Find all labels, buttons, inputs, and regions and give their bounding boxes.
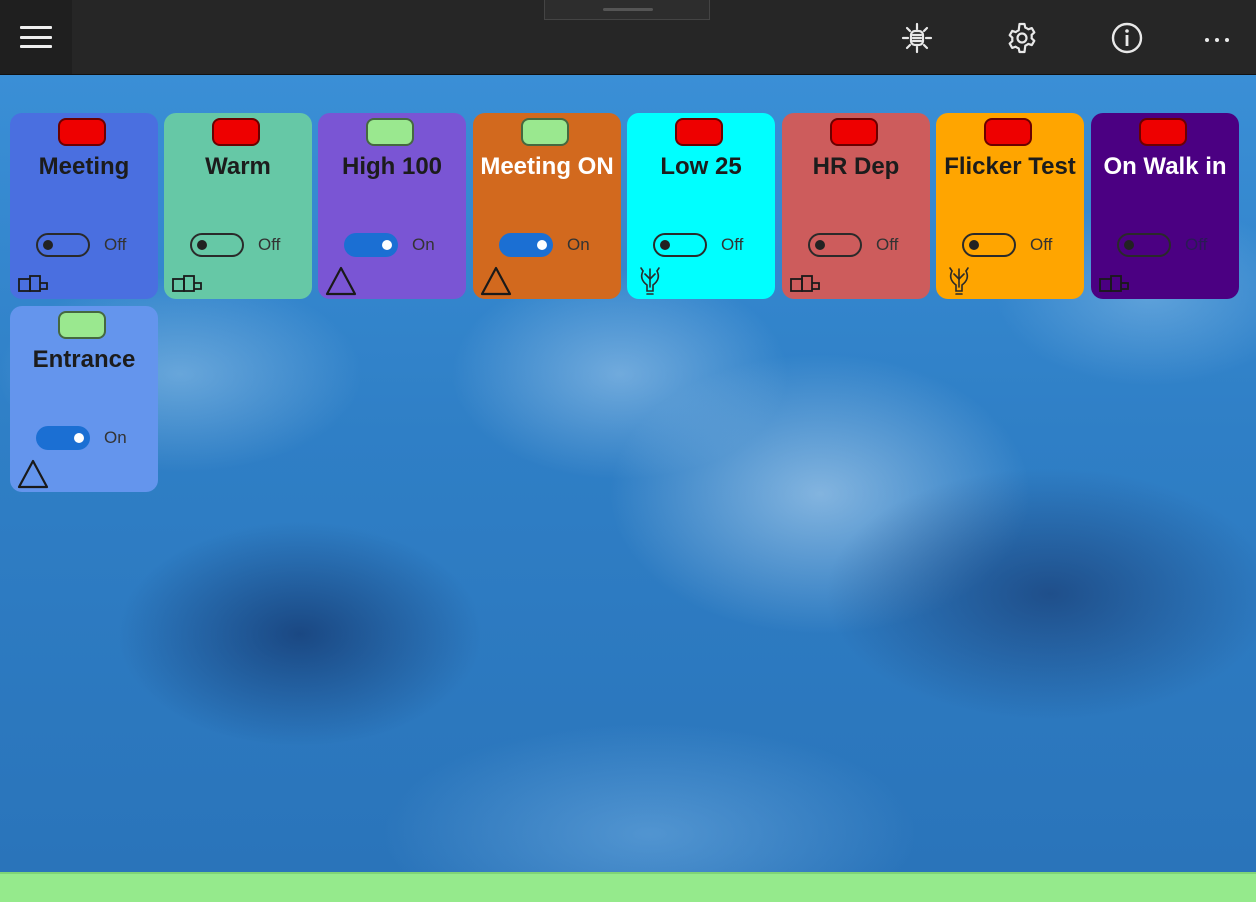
device-name: Low 25 (660, 153, 742, 180)
plug-icon (16, 263, 50, 297)
device-name: Entrance (32, 346, 136, 373)
device-tile[interactable]: Meeting ON On (473, 113, 621, 299)
toggle-knob (537, 240, 547, 250)
toggle-knob (969, 240, 979, 250)
device-name: Flicker Test (944, 153, 1076, 180)
status-led-indicator (675, 118, 723, 146)
power-toggle-switch[interactable] (499, 233, 553, 257)
toggle-state-label: Off (876, 235, 899, 254)
device-name: Meeting ON (480, 153, 614, 180)
plug-icon (788, 263, 822, 297)
title-bar (0, 0, 1256, 75)
toggle-state-label: Off (1030, 235, 1053, 254)
toggle-state-label: Off (258, 235, 281, 254)
power-toggle-switch[interactable] (808, 233, 862, 257)
device-name: Warm (205, 153, 271, 180)
power-toggle-switch[interactable] (190, 233, 244, 257)
toggle-knob (74, 433, 84, 443)
info-icon (1111, 22, 1143, 54)
power-toggle-switch[interactable] (344, 233, 398, 257)
device-tile[interactable]: HR Dep Off (782, 113, 930, 299)
device-tile[interactable]: Meeting Off (10, 113, 158, 299)
triangle-icon (479, 263, 513, 297)
power-toggle-switch[interactable] (653, 233, 707, 257)
power-toggle-switch[interactable] (36, 426, 90, 450)
more-button[interactable] (1197, 18, 1237, 58)
status-led-indicator (58, 118, 106, 146)
bulb-icon (942, 263, 976, 297)
device-name: On Walk in (1103, 153, 1227, 180)
device-tile[interactable]: Flicker Test Off (936, 113, 1084, 299)
status-led-indicator (212, 118, 260, 146)
device-tile[interactable]: Low 25 Off (627, 113, 775, 299)
hamburger-menu-button[interactable] (0, 0, 72, 74)
device-name: High 100 (341, 153, 443, 180)
status-led-indicator (1139, 118, 1187, 146)
status-led-indicator (366, 118, 414, 146)
power-toggle-switch[interactable] (36, 233, 90, 257)
status-led-indicator (521, 118, 569, 146)
toggle-state-label: On (104, 428, 127, 447)
device-tile[interactable]: On Walk in Off (1091, 113, 1239, 299)
toggle-knob (660, 240, 670, 250)
device-name: Meeting (38, 153, 130, 180)
triangle-icon (324, 263, 358, 297)
plug-icon (1097, 263, 1131, 297)
toggle-state-label: Off (721, 235, 744, 254)
toggle-state-label: Off (1185, 235, 1208, 254)
device-tile[interactable]: Entrance On (10, 306, 158, 492)
settings-button[interactable] (1002, 18, 1042, 58)
info-button[interactable] (1107, 18, 1147, 58)
toggle-state-label: Off (104, 235, 127, 254)
toggle-knob (43, 240, 53, 250)
device-tile[interactable]: High 100 On (318, 113, 466, 299)
toggle-knob (1124, 240, 1134, 250)
bulb-icon (633, 263, 667, 297)
more-icon (1205, 38, 1229, 42)
light-icon (901, 22, 933, 54)
toggle-state-label: On (567, 235, 590, 254)
status-bar (0, 872, 1256, 902)
status-led-indicator (984, 118, 1032, 146)
device-tile[interactable]: Warm Off (164, 113, 312, 299)
device-name: HR Dep (812, 153, 900, 180)
toggle-knob (197, 240, 207, 250)
hamburger-icon (20, 26, 52, 48)
toggle-state-label: On (412, 235, 435, 254)
window-drag-handle[interactable] (544, 0, 710, 20)
toggle-knob (382, 240, 392, 250)
settings-gear-icon (1008, 22, 1036, 54)
plug-icon (170, 263, 204, 297)
status-led-indicator (58, 311, 106, 339)
power-toggle-switch[interactable] (1117, 233, 1171, 257)
toggle-knob (815, 240, 825, 250)
light-button[interactable] (897, 18, 937, 58)
power-toggle-switch[interactable] (962, 233, 1016, 257)
status-led-indicator (830, 118, 878, 146)
triangle-icon (16, 456, 50, 490)
